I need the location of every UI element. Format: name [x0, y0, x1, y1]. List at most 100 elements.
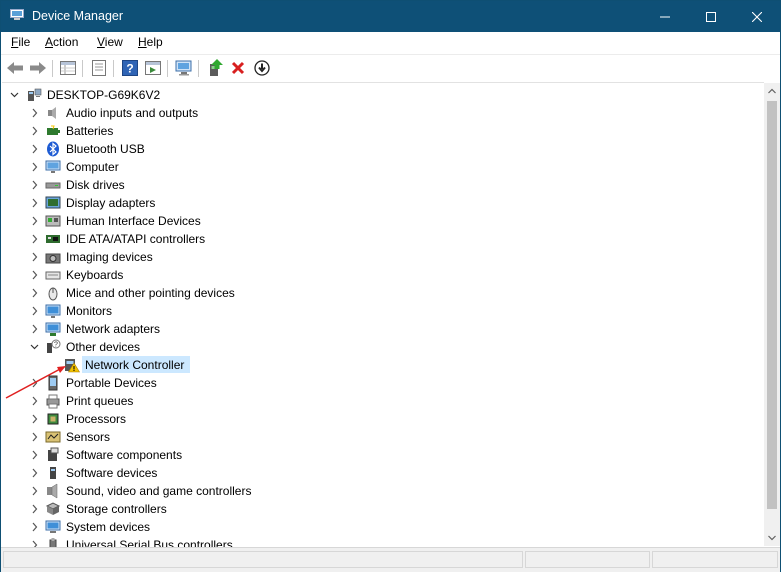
back-arrow-icon: [7, 62, 23, 74]
chevron-right-icon[interactable]: [30, 162, 39, 172]
maximize-button[interactable]: [688, 1, 734, 32]
tree-category-label: Display adapters: [66, 196, 156, 210]
uninstall-device-button[interactable]: [228, 58, 248, 78]
processor-icon: [47, 413, 59, 425]
tree-category[interactable]: Keyboards: [2, 266, 302, 284]
chevron-right-icon[interactable]: [30, 486, 39, 496]
close-button[interactable]: [734, 1, 780, 32]
chevron-down-icon: [768, 535, 776, 541]
title-bar: Device Manager: [1, 1, 780, 32]
run-icon: [145, 61, 161, 75]
sound-icon: [47, 483, 58, 499]
chevron-right-icon[interactable]: [30, 108, 39, 118]
action-pane-button[interactable]: [143, 58, 163, 78]
tree-category-label: Human Interface Devices: [66, 214, 201, 228]
chevron-right-icon[interactable]: [30, 252, 39, 262]
chevron-right-icon[interactable]: [30, 450, 39, 460]
chevron-right-icon[interactable]: [30, 414, 39, 424]
chevron-right-icon[interactable]: [30, 144, 39, 154]
tree-category-label: Sound, video and game controllers: [66, 484, 252, 498]
tree-category[interactable]: IDE ATA/ATAPI controllers: [2, 230, 302, 248]
tree-category[interactable]: System devices: [2, 518, 302, 536]
menu-action[interactable]: Action: [45, 35, 78, 49]
scan-hardware-changes-button[interactable]: [174, 58, 194, 78]
tree-category-label: Software components: [66, 448, 183, 462]
chevron-right-icon[interactable]: [30, 234, 39, 244]
chevron-right-icon[interactable]: [30, 504, 39, 514]
tree-category-label: Processors: [66, 412, 127, 426]
chevron-right-icon[interactable]: [30, 522, 39, 532]
status-pane-main: [3, 551, 523, 568]
status-pane-secondary: [525, 551, 650, 568]
chevron-right-icon[interactable]: [30, 216, 39, 226]
tree-category[interactable]: Mice and other pointing devices: [2, 284, 302, 302]
show-hide-console-tree-button[interactable]: [58, 58, 78, 78]
tree-category-label: Storage controllers: [66, 502, 167, 516]
forward-arrow-icon: [30, 62, 46, 74]
menu-view[interactable]: View: [97, 35, 123, 49]
properties-button[interactable]: [89, 58, 109, 78]
update-driver-icon: [210, 59, 223, 76]
forward-button[interactable]: [28, 58, 48, 78]
tree-root[interactable]: DESKTOP-G69K6V2: [2, 86, 302, 104]
tree-category-label: Imaging devices: [66, 250, 153, 264]
back-button[interactable]: [5, 58, 25, 78]
device-tree[interactable]: DESKTOP-G69K6V2 Audio inputs and outputs…: [2, 82, 764, 547]
window-title: Device Manager: [32, 9, 124, 23]
tree-category[interactable]: Human Interface Devices: [2, 212, 302, 230]
chevron-right-icon[interactable]: [30, 306, 39, 316]
menu-bar: File Action View Help: [1, 32, 780, 53]
tree-category-label: Disk drives: [66, 178, 125, 192]
battery-icon: [47, 125, 60, 135]
toolbar-separator: [82, 60, 83, 77]
chevron-right-icon[interactable]: [30, 468, 39, 478]
tree-category[interactable]: Storage controllers: [2, 500, 302, 518]
chevron-right-icon[interactable]: [30, 324, 39, 334]
tree-category[interactable]: Computer: [2, 158, 302, 176]
menu-file[interactable]: File: [11, 35, 30, 49]
scroll-down-button[interactable]: [764, 530, 780, 546]
tree-category[interactable]: Universal Serial Bus controllers: [2, 536, 302, 547]
update-driver-button[interactable]: [205, 58, 225, 78]
scroll-up-button[interactable]: [764, 83, 780, 99]
disable-icon: [254, 60, 270, 76]
tree-category[interactable]: Software components: [2, 446, 302, 464]
tree-category[interactable]: Software devices: [2, 464, 302, 482]
tree-category-label: Keyboards: [66, 268, 124, 282]
properties-grid-icon: [60, 61, 76, 75]
tree-category[interactable]: Processors: [2, 410, 302, 428]
help-button[interactable]: ?: [120, 58, 140, 78]
properties-page-icon: [92, 60, 106, 76]
tree-category[interactable]: Sensors: [2, 428, 302, 446]
tree-category[interactable]: Imaging devices: [2, 248, 302, 266]
tree-category[interactable]: Display adapters: [2, 194, 302, 212]
close-icon: [752, 11, 762, 22]
chevron-right-icon[interactable]: [30, 270, 39, 280]
chevron-right-icon[interactable]: [30, 432, 39, 442]
tree-category[interactable]: Disk drives: [2, 176, 302, 194]
chevron-right-icon[interactable]: [30, 198, 39, 208]
disable-device-button[interactable]: [252, 58, 272, 78]
chevron-right-icon[interactable]: [30, 288, 39, 298]
tree-category[interactable]: Bluetooth USB: [2, 140, 302, 158]
minimize-button[interactable]: [642, 1, 688, 32]
chevron-down-icon[interactable]: [10, 90, 19, 100]
tree-category[interactable]: Batteries: [2, 122, 302, 140]
tree-category[interactable]: Sound, video and game controllers: [2, 482, 302, 500]
toolbar: ?: [1, 54, 780, 82]
tree-category[interactable]: Audio inputs and outputs: [2, 104, 302, 122]
chevron-right-icon[interactable]: [30, 180, 39, 190]
maximize-icon: [706, 11, 716, 22]
menu-help[interactable]: Help: [138, 35, 163, 49]
hid-icon: [45, 215, 61, 227]
tree-category[interactable]: Monitors: [2, 302, 302, 320]
tree-category[interactable]: Network adapters: [2, 320, 302, 338]
vertical-scrollbar[interactable]: [764, 83, 780, 546]
tree-category-label: Software devices: [66, 466, 158, 480]
chevron-right-icon[interactable]: [30, 126, 39, 136]
tree-category-label: Mice and other pointing devices: [66, 286, 235, 300]
scrollbar-thumb[interactable]: [767, 101, 777, 509]
tree-device-label: Network Controller: [85, 358, 185, 372]
toolbar-separator: [167, 60, 168, 77]
chevron-right-icon[interactable]: [30, 540, 39, 547]
